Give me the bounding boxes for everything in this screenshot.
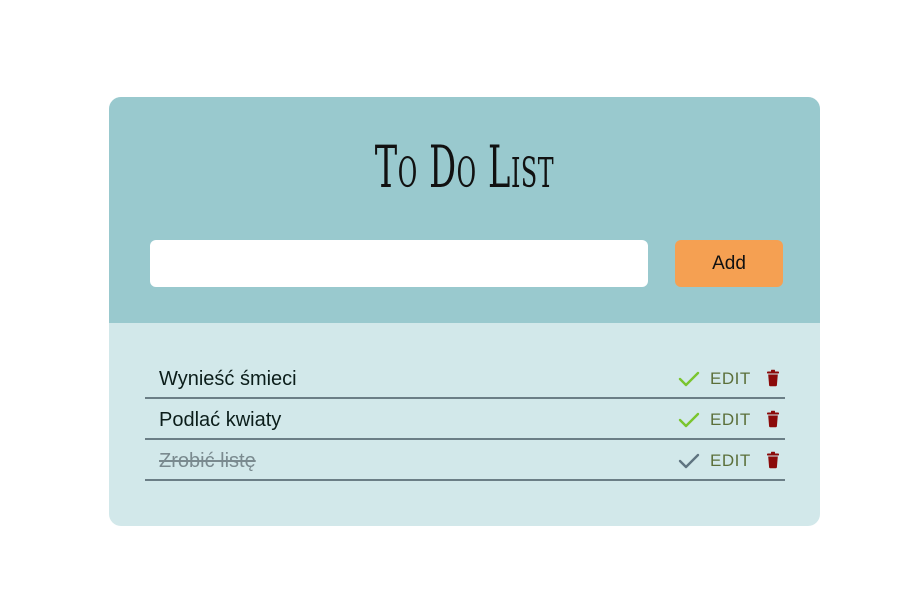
trash-icon[interactable] bbox=[766, 451, 780, 469]
trash-icon[interactable] bbox=[766, 410, 780, 428]
new-task-input[interactable] bbox=[150, 240, 648, 287]
page-title: To Do List bbox=[374, 133, 555, 201]
edit-button[interactable]: EDIT bbox=[710, 369, 751, 389]
edit-button[interactable]: EDIT bbox=[710, 451, 751, 471]
edit-button[interactable]: EDIT bbox=[710, 410, 751, 430]
add-button[interactable]: Add bbox=[675, 240, 783, 287]
check-icon[interactable] bbox=[678, 369, 700, 389]
check-icon[interactable] bbox=[678, 451, 700, 471]
task-row: Podlać kwiaty EDIT bbox=[145, 400, 785, 440]
task-text-completed: Zrobić listę bbox=[159, 450, 256, 472]
trash-icon[interactable] bbox=[766, 369, 780, 387]
task-text: Podlać kwiaty bbox=[159, 409, 282, 431]
task-list: Wynieść śmieci EDIT Podlać kwiaty EDIT Z… bbox=[145, 359, 785, 482]
task-row: Zrobić listę EDIT bbox=[145, 441, 785, 481]
check-icon[interactable] bbox=[678, 410, 700, 430]
todo-header: To Do List Add bbox=[109, 97, 820, 323]
task-row: Wynieść śmieci EDIT bbox=[145, 359, 785, 399]
todo-card: To Do List Add Wynieść śmieci EDIT Podla… bbox=[109, 97, 820, 526]
task-text: Wynieść śmieci bbox=[159, 368, 297, 390]
